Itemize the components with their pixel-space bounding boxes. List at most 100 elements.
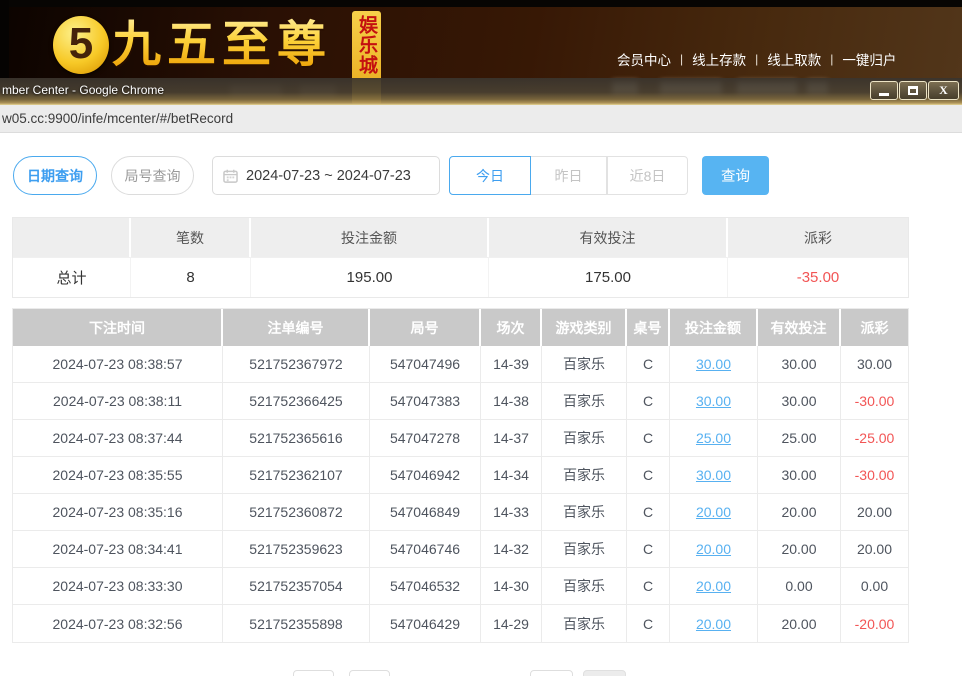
round-id: 547047278 (370, 420, 481, 457)
pagination-button-stub[interactable] (583, 670, 626, 676)
table-row: 2024-07-23 08:34:41521752359623547046746… (13, 531, 908, 568)
table-no: C (627, 383, 670, 420)
session: 14-37 (481, 420, 542, 457)
table-row: 2024-07-23 08:33:30521752357054547046532… (13, 568, 908, 605)
bet-amount-cell: 20.00 (670, 494, 758, 531)
bet-amount-link[interactable]: 20.00 (696, 504, 731, 520)
pagination-button-stub[interactable] (349, 670, 390, 676)
table-row: 2024-07-23 08:37:44521752365616547047278… (13, 420, 908, 457)
table-no: C (627, 568, 670, 605)
logo-number: 5 (69, 22, 93, 66)
game-type: 百家乐 (542, 457, 627, 494)
bet-record-table: 下注时间 注单编号 局号 场次 游戏类别 桌号 投注金额 有效投注 派彩 202… (12, 308, 909, 643)
maximize-button[interactable] (899, 81, 927, 100)
col-bet-amount: 投注金额 (670, 309, 758, 346)
round-id: 547046429 (370, 605, 481, 642)
session: 14-33 (481, 494, 542, 531)
minimize-button[interactable] (870, 81, 898, 100)
bet-amount-cell: 30.00 (670, 457, 758, 494)
nav-online-deposit[interactable]: 线上存款 (692, 49, 746, 69)
summary-header-bet-amount: 投注金额 (251, 218, 489, 257)
col-game-type: 游戏类别 (542, 309, 627, 346)
table-row: 2024-07-23 08:32:56521752355898547046429… (13, 605, 908, 642)
summary-header-row: 笔数 投注金额 有效投注 派彩 (13, 218, 908, 257)
chrome-titlebar[interactable]: mber Center - Google Chrome X (0, 78, 962, 105)
quick-filter-today[interactable]: 今日 (449, 156, 531, 195)
bet-table-header-row: 下注时间 注单编号 局号 场次 游戏类别 桌号 投注金额 有效投注 派彩 (13, 309, 908, 346)
quick-filter-yesterday[interactable]: 昨日 (531, 156, 607, 195)
close-button[interactable]: X (928, 81, 959, 100)
table-row: 2024-07-23 08:35:16521752360872547046849… (13, 494, 908, 531)
game-type: 百家乐 (542, 568, 627, 605)
bet-amount-link[interactable]: 20.00 (696, 578, 731, 594)
date-range-value: 2024-07-23 ~ 2024-07-23 (246, 168, 411, 184)
summary-count-value: 8 (131, 257, 251, 297)
col-payout: 派彩 (841, 309, 908, 346)
table-no: C (627, 605, 670, 642)
session: 14-34 (481, 457, 542, 494)
bet-amount-cell: 25.00 (670, 420, 758, 457)
tab-date-query[interactable]: 日期查询 (13, 156, 97, 195)
session: 14-39 (481, 346, 542, 383)
summary-total-label: 总计 (13, 257, 131, 297)
bet-amount-link[interactable]: 30.00 (696, 356, 731, 372)
quick-filter-last8days[interactable]: 近8日 (607, 156, 688, 195)
valid-bet: 20.00 (758, 494, 841, 531)
round-id: 547046532 (370, 568, 481, 605)
col-round-id: 局号 (370, 309, 481, 346)
bet-amount-link[interactable]: 20.00 (696, 541, 731, 557)
bet-amount-link[interactable]: 30.00 (696, 467, 731, 483)
summary-table: 笔数 投注金额 有效投注 派彩 总计 8 195.00 175.00 -35.0… (12, 217, 909, 298)
window-title: mber Center - Google Chrome (2, 83, 164, 97)
top-nav: 会员中心 | 线上存款 | 线上取款 | 一键归户 (617, 49, 896, 69)
nav-member-center[interactable]: 会员中心 (617, 49, 671, 69)
pagination-button-stub[interactable] (530, 670, 573, 676)
pagination-button-stub[interactable] (293, 670, 334, 676)
bet-amount-cell: 30.00 (670, 346, 758, 383)
payout: -30.00 (841, 457, 908, 494)
window-controls: X (870, 81, 959, 100)
bet-table-body: 2024-07-23 08:38:57521752367972547047496… (13, 346, 908, 642)
bet-amount-link[interactable]: 25.00 (696, 430, 731, 446)
valid-bet: 20.00 (758, 605, 841, 642)
session: 14-30 (481, 568, 542, 605)
valid-bet: 20.00 (758, 531, 841, 568)
round-id: 547047496 (370, 346, 481, 383)
summary-payout-value: -35.00 (728, 257, 908, 297)
date-range-input[interactable]: 2024-07-23 ~ 2024-07-23 (212, 156, 440, 195)
table-no: C (627, 457, 670, 494)
bet-time: 2024-07-23 08:34:41 (13, 531, 223, 568)
table-no: C (627, 494, 670, 531)
bet-amount-link[interactable]: 30.00 (696, 393, 731, 409)
game-type: 百家乐 (542, 346, 627, 383)
bet-amount-cell: 20.00 (670, 568, 758, 605)
bet-time: 2024-07-23 08:35:16 (13, 494, 223, 531)
valid-bet: 25.00 (758, 420, 841, 457)
round-id: 547046849 (370, 494, 481, 531)
summary-valid-bet-value: 175.00 (489, 257, 728, 297)
col-bet-id: 注单编号 (223, 309, 370, 346)
tab-round-query[interactable]: 局号查询 (111, 156, 194, 195)
nav-separator: | (755, 52, 758, 66)
table-no: C (627, 346, 670, 383)
bet-id: 521752359623 (223, 531, 370, 568)
search-button[interactable]: 查询 (702, 156, 769, 195)
bet-amount-cell: 30.00 (670, 383, 758, 420)
summary-total-row: 总计 8 195.00 175.00 -35.00 (13, 257, 908, 297)
minimize-icon (879, 93, 889, 96)
round-id: 547046942 (370, 457, 481, 494)
nav-online-withdraw[interactable]: 线上取款 (767, 49, 821, 69)
bet-amount-link[interactable]: 20.00 (696, 616, 731, 632)
game-type: 百家乐 (542, 531, 627, 568)
calendar-icon (223, 169, 238, 183)
bet-id: 521752355898 (223, 605, 370, 642)
nav-one-key-transfer[interactable]: 一键归户 (842, 49, 896, 69)
chrome-urlbar[interactable]: w05.cc:9900/infe/mcenter/#/betRecord (0, 105, 962, 133)
round-id: 547046746 (370, 531, 481, 568)
valid-bet: 0.00 (758, 568, 841, 605)
nav-separator: | (830, 52, 833, 66)
bet-time: 2024-07-23 08:37:44 (13, 420, 223, 457)
summary-header-payout: 派彩 (728, 218, 908, 257)
maximize-icon (908, 86, 918, 95)
table-row: 2024-07-23 08:38:11521752366425547047383… (13, 383, 908, 420)
